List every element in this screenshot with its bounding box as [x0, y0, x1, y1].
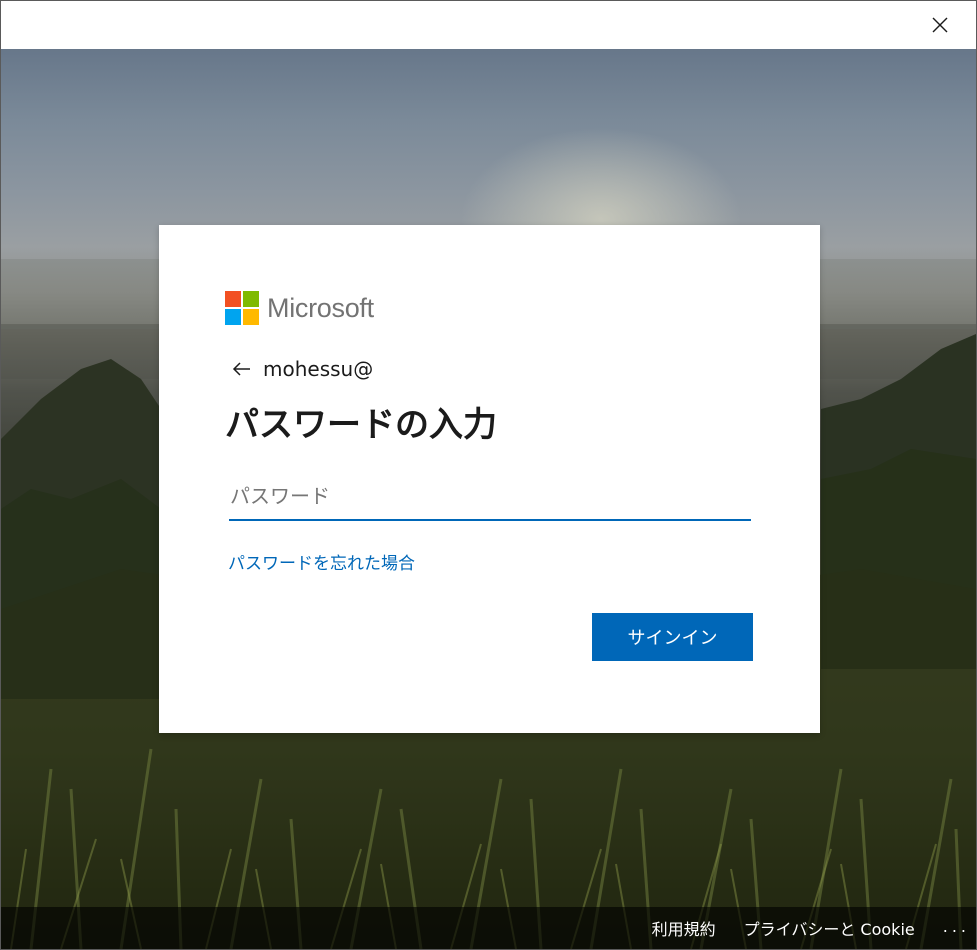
- page-title: パスワードの入力: [225, 405, 497, 445]
- close-button[interactable]: [904, 1, 976, 49]
- back-arrow-icon: [232, 362, 250, 376]
- sign-in-card: Microsoft mohessu@ パスワードの入力 パスワードを忘れた場合 …: [159, 225, 820, 733]
- sign-in-button[interactable]: サインイン: [592, 613, 753, 661]
- terms-link[interactable]: 利用規約: [652, 916, 716, 940]
- close-icon: [932, 17, 948, 33]
- forgot-password-link[interactable]: パスワードを忘れた場合: [228, 549, 415, 574]
- sign-in-window: Microsoft mohessu@ パスワードの入力 パスワードを忘れた場合 …: [0, 0, 977, 950]
- password-field-wrapper: [229, 473, 751, 521]
- account-email: mohessu@: [263, 357, 374, 381]
- more-options-button[interactable]: ...: [943, 917, 970, 940]
- microsoft-logo-icon: [225, 291, 259, 325]
- identity-banner: mohessu@: [231, 357, 373, 381]
- back-button[interactable]: [231, 358, 253, 380]
- microsoft-logo: Microsoft: [225, 291, 374, 325]
- logo-text: Microsoft: [267, 292, 374, 323]
- title-bar: [1, 1, 976, 49]
- password-input[interactable]: [229, 473, 751, 519]
- logo-square-green: [243, 291, 259, 307]
- logo-square-yellow: [243, 309, 259, 325]
- logo-square-blue: [225, 309, 241, 325]
- logo-square-red: [225, 291, 241, 307]
- footer-bar: 利用規約 プライバシーと Cookie ...: [1, 907, 976, 949]
- privacy-cookie-link[interactable]: プライバシーと Cookie: [744, 916, 915, 940]
